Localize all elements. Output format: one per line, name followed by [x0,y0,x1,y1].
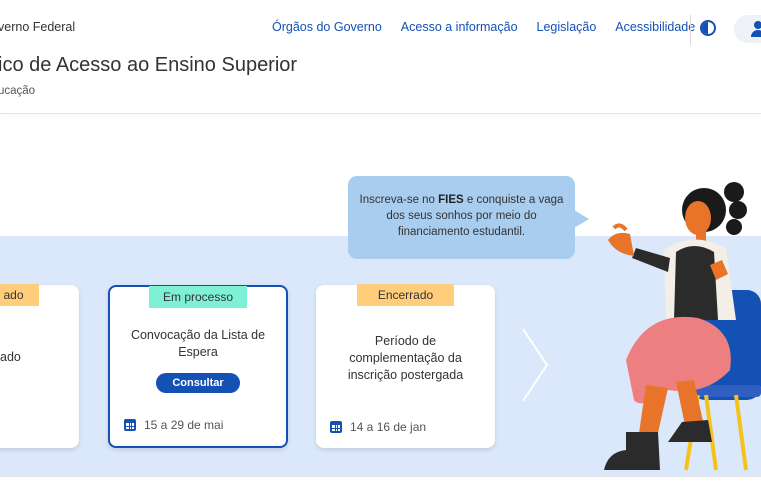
login-button[interactable] [734,15,761,43]
date-text: 14 a 16 de jan [350,420,427,434]
step-card-text: ado [0,350,21,364]
step-card-text: Convocação da Lista de Espera [130,328,266,359]
nav-acessibilidade[interactable]: Acessibilidade [615,20,695,34]
student-illustration [604,182,761,471]
contrast-icon[interactable] [700,20,716,36]
step-card-date: 15 a 29 de mai [124,418,223,432]
gov-name: verno Federal [0,20,76,34]
status-badge: Em processo [149,286,247,308]
nav-divider [690,15,691,45]
nav-legislacao[interactable]: Legislação [537,20,597,34]
top-nav: Órgãos do Governo Acesso a informação Le… [272,20,695,34]
nav-acesso-informacao[interactable]: Acesso a informação [401,20,518,34]
calendar-icon [124,419,136,431]
user-icon [751,21,761,37]
nav-orgaos[interactable]: Órgãos do Governo [272,20,382,34]
step-card-text: Período de complementação da inscrição p… [347,334,464,382]
step-card-2[interactable]: Em processo Convocação da Lista de Esper… [108,285,288,448]
header-divider [0,113,761,114]
step-card-date: 14 a 16 de jan [330,420,426,434]
status-badge: Encerrado [357,284,454,306]
chevron-right-icon[interactable] [520,327,550,403]
bottom-divider [0,476,761,477]
site-title: ico de Acesso ao Ensino Superior [0,54,298,76]
step-card-1[interactable]: ado ado [0,284,79,448]
promo-text-before: Inscreva-se no [359,194,439,206]
consult-button[interactable]: Consultar [156,373,240,393]
fies-promo-bubble: Inscreva-se no FIES e conquiste a vaga d… [348,176,589,259]
step-card-3[interactable]: Encerrado Período de complementação da i… [316,284,495,448]
date-text: 15 a 29 de mai [144,418,224,432]
calendar-icon [330,421,342,433]
promo-highlight: FIES [438,194,464,206]
site-subtitle: ucação [0,85,36,97]
page: { "header": { "gov_name": "verno Federal… [0,0,761,492]
status-badge: ado [0,284,39,306]
